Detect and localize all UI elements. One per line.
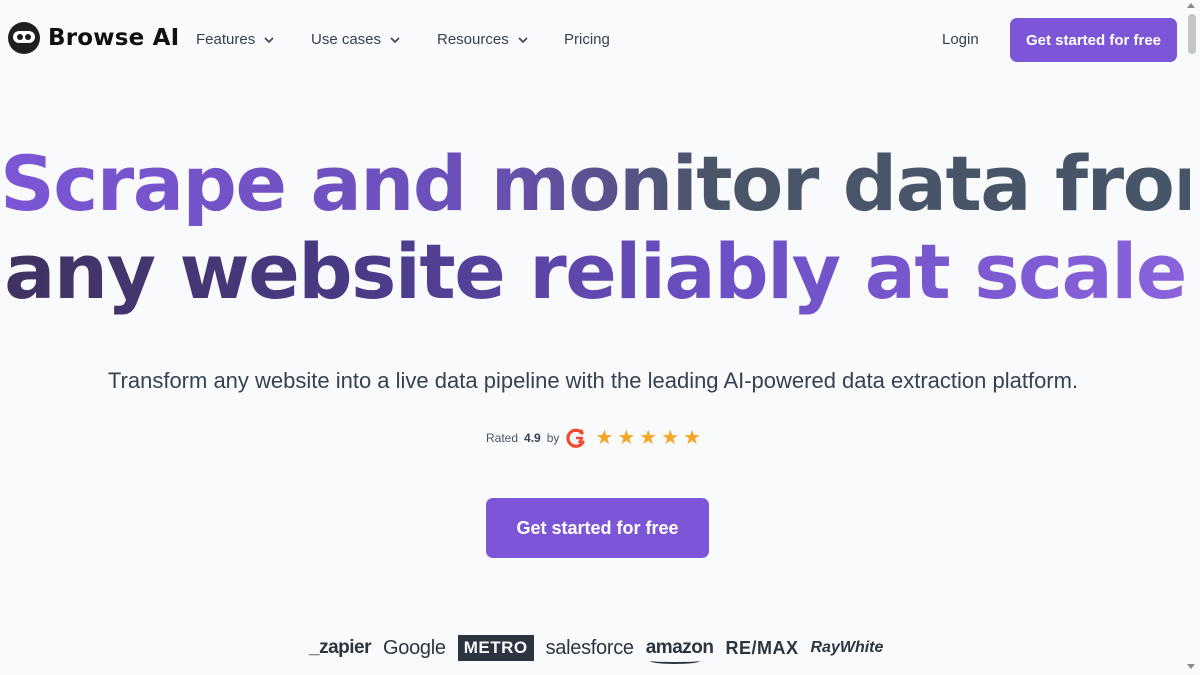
brand-logo[interactable]: Browse AI [8, 22, 179, 54]
hero-headline-1a: Scrape and [0, 139, 466, 228]
star-icon: ★ [661, 427, 680, 449]
star-icon: ★ [595, 427, 614, 449]
nav-features-label: Features [196, 31, 256, 48]
scrollbar-thumb[interactable] [1188, 14, 1196, 54]
hero-headline-line-2: any website reliably at scale [0, 228, 1190, 316]
star-icon: ★ [617, 427, 636, 449]
top-nav: Browse AI Features Use cases Resources P… [0, 0, 1200, 80]
customer-logos: _zapier Google METRO salesforce amazon R… [309, 634, 884, 664]
hero-get-started-button[interactable]: Get started for free [486, 498, 709, 558]
logo-metro: METRO [457, 635, 534, 661]
logo-amazon: amazon [645, 637, 714, 664]
nav-use-cases-label: Use cases [311, 31, 382, 48]
rating-stars: ★ ★ ★ ★ ★ [595, 428, 701, 448]
scroll-up-arrow[interactable] [1187, 3, 1195, 8]
nav-pricing[interactable]: Pricing [564, 31, 610, 48]
hero-headline: Scrape and monitor data from any website… [0, 140, 1190, 316]
brand-name: Browse AI [48, 25, 180, 51]
hero-headline-line-1: Scrape and monitor data from [0, 140, 1190, 228]
hero-headline-2a: any website [4, 227, 505, 316]
nav-resources-label: Resources [437, 31, 509, 48]
logo-zapier: _zapier [309, 637, 371, 658]
rating-score: 4.9 [524, 431, 541, 445]
hero-headline-1b: monitor data from [490, 139, 1200, 228]
nav-resources[interactable]: Resources [437, 31, 529, 48]
login-link[interactable]: Login [942, 31, 979, 48]
star-icon: ★ [639, 427, 658, 449]
nav-pricing-label: Pricing [564, 31, 610, 48]
rating-badge: Rated 4.9 by 2 ★ ★ ★ ★ ★ [486, 426, 701, 450]
scroll-down-arrow[interactable] [1187, 664, 1195, 669]
logo-google: Google [382, 636, 446, 659]
nav-features[interactable]: Features [196, 31, 275, 48]
logo-raywhite: RayWhite [810, 639, 884, 656]
hero-subtitle: Transform any website into a live data p… [107, 368, 1079, 393]
svg-text:2: 2 [580, 429, 584, 436]
chevron-down-icon [390, 36, 400, 43]
rating-prefix: Rated [486, 431, 519, 445]
robot-icon [8, 22, 40, 54]
star-icon: ★ [683, 427, 702, 449]
g2-logo-icon: 2 [566, 428, 586, 448]
logo-remax: RE/MAX [725, 637, 799, 658]
hero-headline-2b: reliably at scale [529, 227, 1186, 316]
nav-use-cases[interactable]: Use cases [311, 31, 401, 48]
chevron-down-icon [518, 36, 528, 43]
nav-get-started-button[interactable]: Get started for free [1010, 18, 1177, 62]
logo-salesforce: salesforce [545, 636, 634, 659]
chevron-down-icon [264, 36, 274, 43]
rating-suffix: by [546, 431, 560, 445]
